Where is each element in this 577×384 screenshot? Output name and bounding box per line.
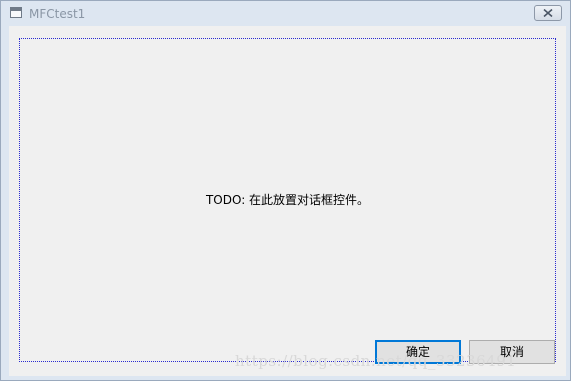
title-bar[interactable]: MFCtest1 <box>1 1 570 27</box>
close-icon <box>543 9 553 17</box>
todo-placeholder-text: TODO: 在此放置对话框控件。 <box>205 193 370 207</box>
watermark: https://blog.csdn.net/qq_33236491 <box>235 352 517 370</box>
window-app-icon <box>10 7 22 18</box>
dialog-window: MFCtest1 TODO: 在此放置对话框控件。 确定 取消 <box>0 0 571 381</box>
close-button[interactable] <box>534 5 562 21</box>
window-title: MFCtest1 <box>29 7 86 21</box>
dialog-client-area: TODO: 在此放置对话框控件。 确定 取消 <box>9 26 566 376</box>
